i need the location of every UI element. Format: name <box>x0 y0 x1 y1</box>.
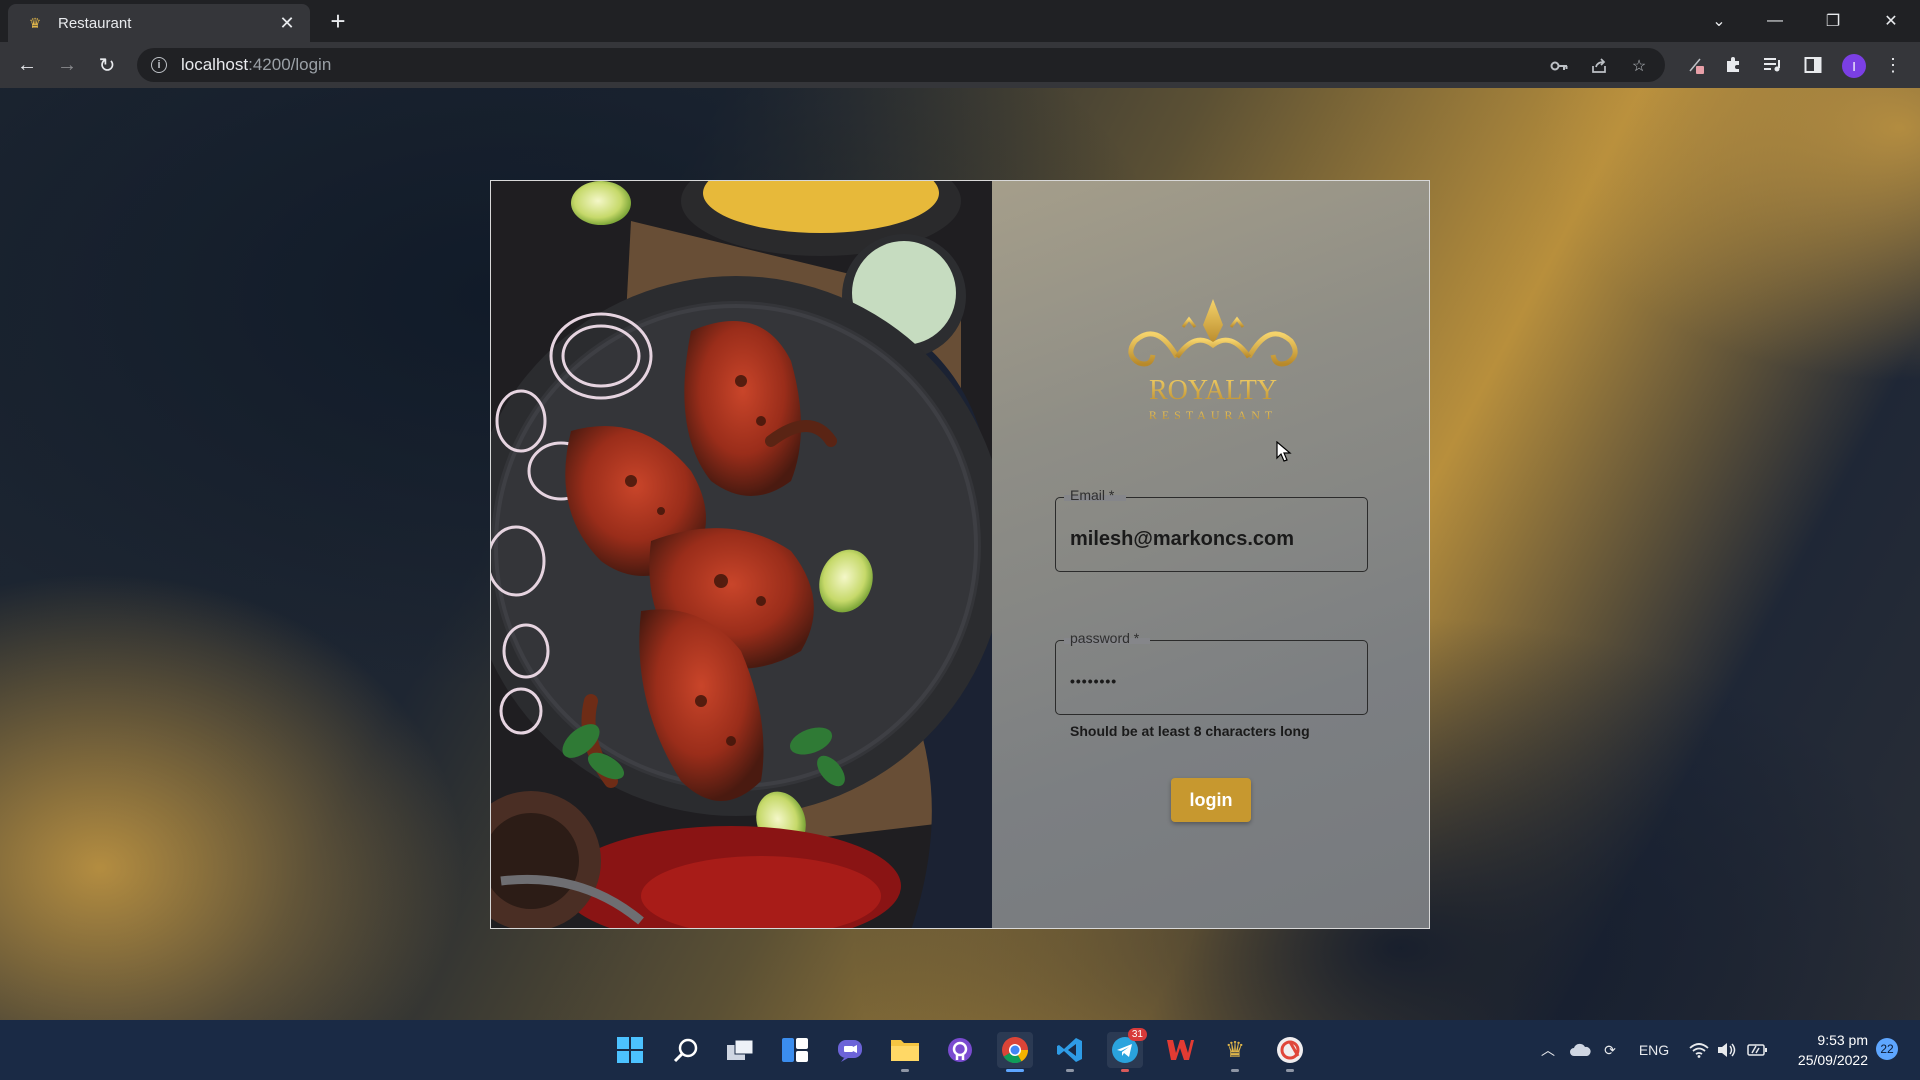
new-tab-plus-icon[interactable]: + <box>324 8 352 36</box>
mouse-cursor-icon <box>1276 441 1292 462</box>
crown-icon[interactable]: ♛ <box>1217 1032 1253 1072</box>
tab-title: Restaurant <box>58 14 132 32</box>
battery-icon[interactable] <box>1746 1038 1768 1062</box>
media-controls-icon[interactable] <box>1760 51 1786 79</box>
logo-title: ROYALTY <box>1149 375 1277 406</box>
telegram-icon[interactable]: 31 <box>1107 1028 1147 1072</box>
running-indicator <box>1231 1069 1239 1072</box>
bookmark-star-icon[interactable]: ☆ <box>1628 56 1650 76</box>
language-indicator[interactable]: ENG <box>1636 1038 1672 1062</box>
reload-icon[interactable]: ↻ <box>93 51 121 79</box>
chrome-menu-icon[interactable]: ⋮ <box>1880 51 1906 79</box>
widgets-icon[interactable] <box>777 1032 813 1068</box>
clock[interactable]: 9:53 pm 25/09/2022 <box>1786 1030 1868 1070</box>
vscode-icon[interactable] <box>1052 1032 1088 1072</box>
wifi-icon[interactable] <box>1688 1038 1710 1062</box>
close-tab-icon[interactable]: ✕ <box>276 12 298 34</box>
email-label: Email * <box>1070 487 1115 503</box>
login-card: ROYALTY RESTAURANT Email * password * ••… <box>490 180 1430 929</box>
volume-icon[interactable] <box>1716 1038 1738 1062</box>
clock-date: 25/09/2022 <box>1797 1052 1868 1068</box>
running-indicator <box>1286 1069 1294 1072</box>
logo-subtitle: RESTAURANT <box>1149 408 1277 422</box>
url-host: localhost <box>181 55 249 74</box>
email-input[interactable] <box>1070 528 1355 551</box>
address-bar[interactable]: i localhost:4200/login ☆ <box>137 48 1665 82</box>
chat-icon[interactable] <box>832 1032 868 1068</box>
minimize-button[interactable]: — <box>1758 6 1792 36</box>
side-panel-icon[interactable] <box>1800 51 1826 79</box>
active-indicator <box>1006 1069 1024 1072</box>
password-hint: Should be at least 8 characters long <box>1070 723 1310 739</box>
clock-time: 9:53 pm <box>1817 1032 1868 1048</box>
browser-tab-bar: ♛ Restaurant ✕ + ⌄ — ❐ ✕ <box>0 0 1920 42</box>
password-input[interactable]: •••••••• <box>1070 673 1355 689</box>
url-text: localhost:4200/login <box>181 55 331 75</box>
forward-icon[interactable]: → <box>53 51 81 79</box>
password-field[interactable]: password * •••••••• <box>1055 630 1368 715</box>
running-indicator <box>1066 1069 1074 1072</box>
notification-count-badge[interactable]: 22 <box>1876 1038 1898 1060</box>
back-icon[interactable]: ← <box>13 51 41 79</box>
restore-button[interactable]: ❐ <box>1816 6 1850 36</box>
extensions-puzzle-icon[interactable] <box>1720 51 1746 79</box>
start-icon[interactable] <box>612 1032 648 1068</box>
running-indicator <box>901 1069 909 1072</box>
tray-overflow-chevron-icon[interactable]: ︿ <box>1538 1038 1558 1062</box>
close-window-button[interactable]: ✕ <box>1874 6 1908 36</box>
restaurant-favicon-icon: ♛ <box>28 14 42 31</box>
login-page: ROYALTY RESTAURANT Email * password * ••… <box>0 88 1920 1020</box>
github-icon[interactable] <box>942 1032 978 1068</box>
chrome-icon[interactable] <box>997 1032 1033 1072</box>
extension-icon[interactable] <box>1683 51 1709 79</box>
login-form-panel: ROYALTY RESTAURANT Email * password * ••… <box>992 181 1429 928</box>
task-view-icon[interactable] <box>722 1032 758 1068</box>
telegram-badge: 31 <box>1127 1028 1147 1041</box>
profile-avatar[interactable]: I <box>1842 54 1866 78</box>
url-path: :4200/login <box>248 55 332 74</box>
app-icon[interactable] <box>1272 1032 1308 1072</box>
tab-search-chevron-icon[interactable]: ⌄ <box>1702 6 1736 36</box>
browser-toolbar: ← → ↻ i localhost:4200/login ☆ I ⋮ <box>0 42 1920 88</box>
running-indicator <box>1121 1069 1129 1072</box>
login-button[interactable]: login <box>1171 778 1251 822</box>
food-image <box>491 181 992 928</box>
wps-icon[interactable] <box>1162 1032 1198 1068</box>
royalty-restaurant-logo: ROYALTY RESTAURANT <box>1117 299 1309 429</box>
browser-tab[interactable]: ♛ Restaurant ✕ <box>8 4 310 42</box>
email-field[interactable]: Email * <box>1055 487 1368 572</box>
windows-taskbar: 31 ♛ ︿ ⟳ ENG 9:53 pm 25/09/2022 22 <box>0 1020 1920 1080</box>
search-icon[interactable] <box>668 1032 704 1068</box>
sync-icon[interactable]: ⟳ <box>1598 1038 1622 1062</box>
site-info-icon[interactable]: i <box>151 57 167 73</box>
onedrive-icon[interactable] <box>1568 1038 1592 1062</box>
share-icon[interactable] <box>1588 56 1610 76</box>
file-explorer-icon[interactable] <box>887 1032 923 1072</box>
password-label: password * <box>1070 630 1140 646</box>
key-icon[interactable] <box>1548 56 1570 76</box>
